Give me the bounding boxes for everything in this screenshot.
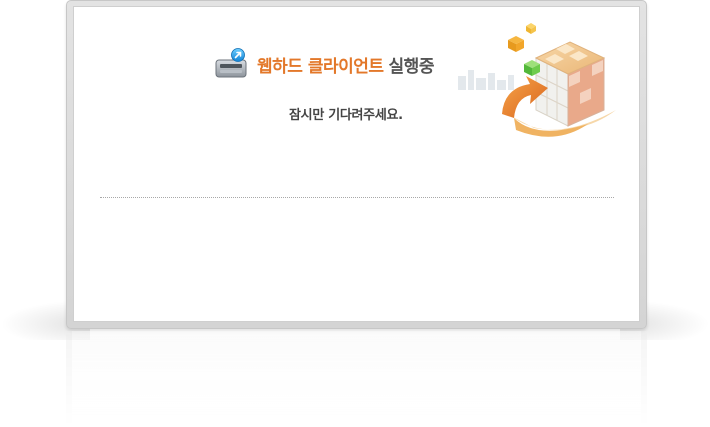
dotted-divider bbox=[100, 197, 614, 198]
app-name-label: 웹하드 클라이언트 bbox=[257, 56, 384, 77]
wait-message: 잠시만 기다려주세요. bbox=[289, 108, 403, 123]
hard-drive-icon bbox=[214, 47, 248, 81]
status-label: 실행중 bbox=[388, 56, 435, 77]
dialog-title-row: 웹하드 클라이언트 실행중 bbox=[214, 47, 434, 81]
cube-puzzle-illustration bbox=[456, 18, 634, 148]
dialog-reflection bbox=[66, 331, 647, 427]
